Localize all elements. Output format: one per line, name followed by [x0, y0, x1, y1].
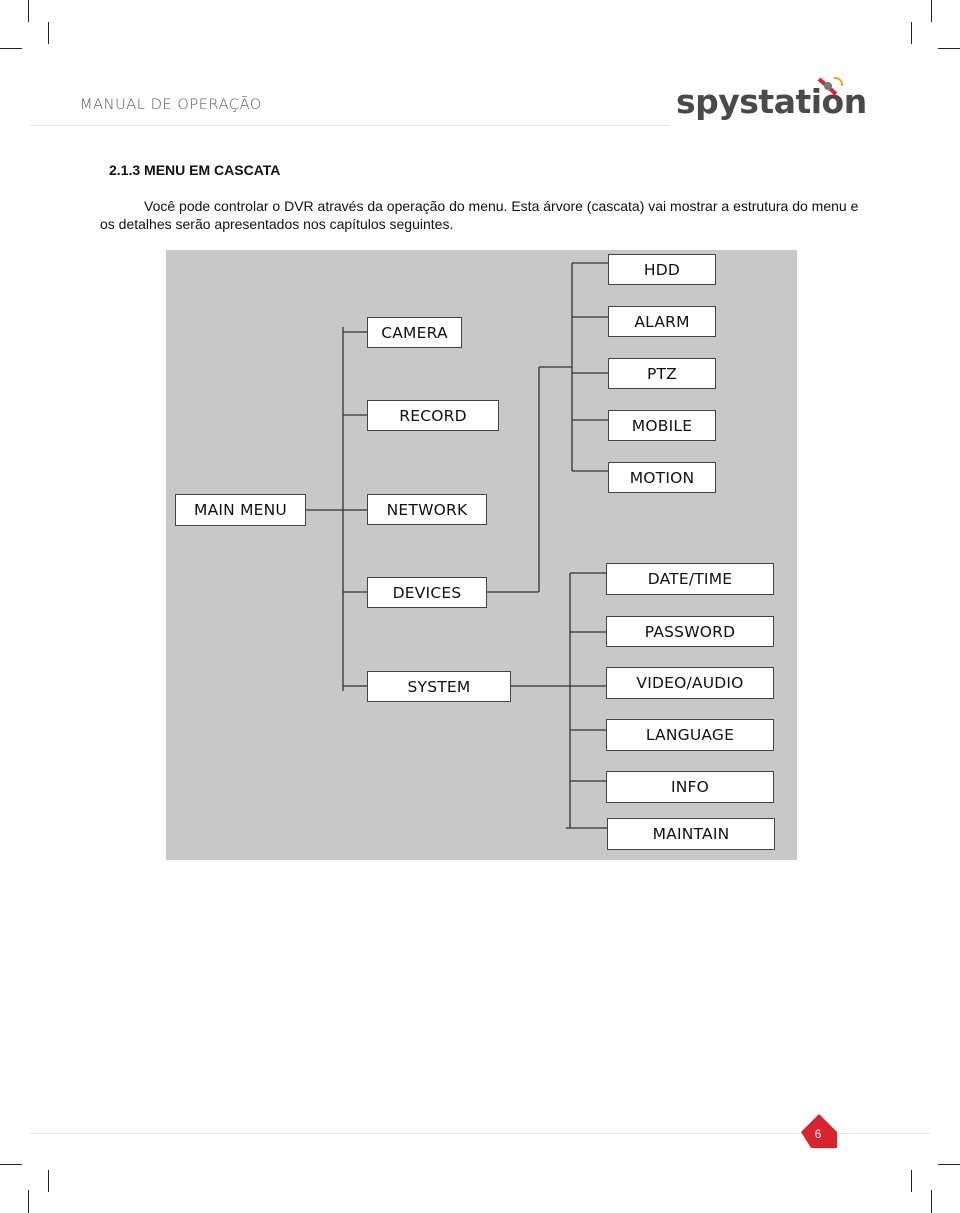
menu-node-video-audio: VIDEO/AUDIO: [606, 667, 774, 699]
menu-node-motion: MOTION: [608, 462, 716, 493]
page-number-badge: 6: [801, 1114, 837, 1151]
menu-node-info: INFO: [606, 771, 774, 803]
header-title: MANUAL DE OPERAÇÃO: [80, 97, 262, 113]
menu-node-mobile: MOBILE: [608, 410, 716, 441]
menu-node-alarm: ALARM: [608, 306, 716, 337]
satellite-icon: [817, 76, 844, 96]
section-title: 2.1.3 MENU EM CASCATA: [109, 162, 281, 178]
crop-mark: [48, 1170, 49, 1192]
crop-mark: [911, 1170, 912, 1192]
menu-node-camera: CAMERA: [367, 317, 462, 348]
crop-mark: [0, 48, 22, 49]
crop-mark: [938, 1164, 960, 1165]
menu-node-record: RECORD: [367, 400, 499, 431]
crop-mark: [28, 1190, 29, 1213]
menu-tree-diagram: MAIN MENU CAMERA RECORD NETWORK DEVICES SYSTE…: [166, 250, 797, 860]
crop-mark: [48, 22, 49, 44]
tree-connectors: [306, 262, 608, 829]
menu-node-language: LANGUAGE: [606, 719, 774, 751]
intro-paragraph: Você pode controlar o DVR através da ope…: [100, 198, 859, 232]
spystation-logo: spystation: [676, 74, 867, 126]
menu-node-hdd: HDD: [608, 254, 716, 285]
menu-node-main-menu: MAIN MENU: [175, 494, 306, 526]
crop-mark: [28, 0, 29, 22]
menu-node-network: NETWORK: [367, 494, 487, 525]
menu-node-system: SYSTEM: [367, 671, 511, 702]
menu-node-ptz: PTZ: [608, 358, 716, 389]
header-divider: [30, 125, 670, 126]
crop-mark: [931, 0, 932, 22]
menu-node-devices: DEVICES: [367, 577, 487, 608]
crop-mark: [911, 22, 912, 44]
footer-divider: [30, 1133, 930, 1134]
menu-node-date-time: DATE/TIME: [606, 563, 774, 595]
menu-node-password: PASSWORD: [606, 616, 774, 647]
menu-node-maintain: MAINTAIN: [607, 818, 775, 850]
crop-mark: [0, 1164, 22, 1165]
page-number: 6: [814, 1127, 822, 1141]
crop-mark: [938, 48, 960, 49]
crop-mark: [931, 1190, 932, 1213]
